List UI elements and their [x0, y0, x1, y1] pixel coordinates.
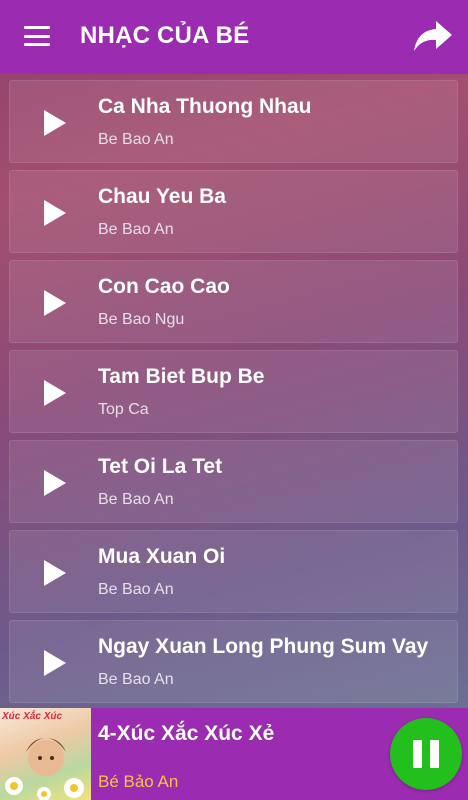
song-artist: Be Bao Ngu — [98, 311, 185, 328]
song-item[interactable]: Tam Biet Bup Be Top Ca — [9, 350, 458, 433]
song-title: Ca Nha Thuong Nhau — [98, 95, 312, 118]
song-title: Tet Oi La Tet — [98, 455, 223, 478]
album-cover[interactable]: Xúc Xắc Xúc — [0, 708, 91, 800]
song-item[interactable]: Ngay Xuan Long Phung Sum Vay Be Bao An — [9, 620, 458, 703]
song-artist: Top Ca — [98, 401, 149, 418]
now-playing-artist: Bé Bảo An — [98, 772, 179, 791]
song-title: Tam Biet Bup Be — [98, 365, 265, 388]
play-icon — [44, 290, 66, 316]
now-playing-title: 4-Xúc Xắc Xúc Xẻ — [98, 722, 275, 745]
song-list: Ca Nha Thuong Nhau Be Bao An Chau Yeu Ba… — [0, 74, 468, 708]
song-artist: Be Bao An — [98, 671, 174, 688]
play-icon — [44, 470, 66, 496]
pause-icon — [413, 740, 422, 768]
top-app-bar: NHẠC CỦA BÉ — [0, 0, 468, 74]
song-item[interactable]: Ca Nha Thuong Nhau Be Bao An — [9, 80, 458, 163]
page-title: NHẠC CỦA BÉ — [80, 22, 250, 49]
song-item[interactable]: Tet Oi La Tet Be Bao An — [9, 440, 458, 523]
play-icon — [44, 200, 66, 226]
play-icon — [44, 110, 66, 136]
song-title: Mua Xuan Oi — [98, 545, 226, 568]
song-title: Con Cao Cao — [98, 275, 230, 298]
song-title: Chau Yeu Ba — [98, 185, 226, 208]
song-item[interactable]: Chau Yeu Ba Be Bao An — [9, 170, 458, 253]
now-playing-bar[interactable]: Xúc Xắc Xúc 4-Xúc Xắc Xúc Xẻ Bé Bảo An — [0, 708, 468, 800]
cover-flowers-art — [5, 738, 84, 800]
pause-icon — [430, 740, 439, 768]
song-item[interactable]: Mua Xuan Oi Be Bao An — [9, 530, 458, 613]
song-title: Ngay Xuan Long Phung Sum Vay — [98, 635, 429, 658]
hamburger-menu-icon[interactable] — [24, 26, 50, 46]
pause-button[interactable] — [390, 718, 462, 790]
song-artist: Be Bao An — [98, 581, 174, 598]
play-icon — [44, 650, 66, 676]
song-artist: Be Bao An — [98, 131, 174, 148]
play-icon — [44, 380, 66, 406]
share-arrow-icon[interactable] — [412, 18, 454, 54]
song-artist: Be Bao An — [98, 221, 174, 238]
play-icon — [44, 560, 66, 586]
song-artist: Be Bao An — [98, 491, 174, 508]
song-item[interactable]: Con Cao Cao Be Bao Ngu — [9, 260, 458, 343]
